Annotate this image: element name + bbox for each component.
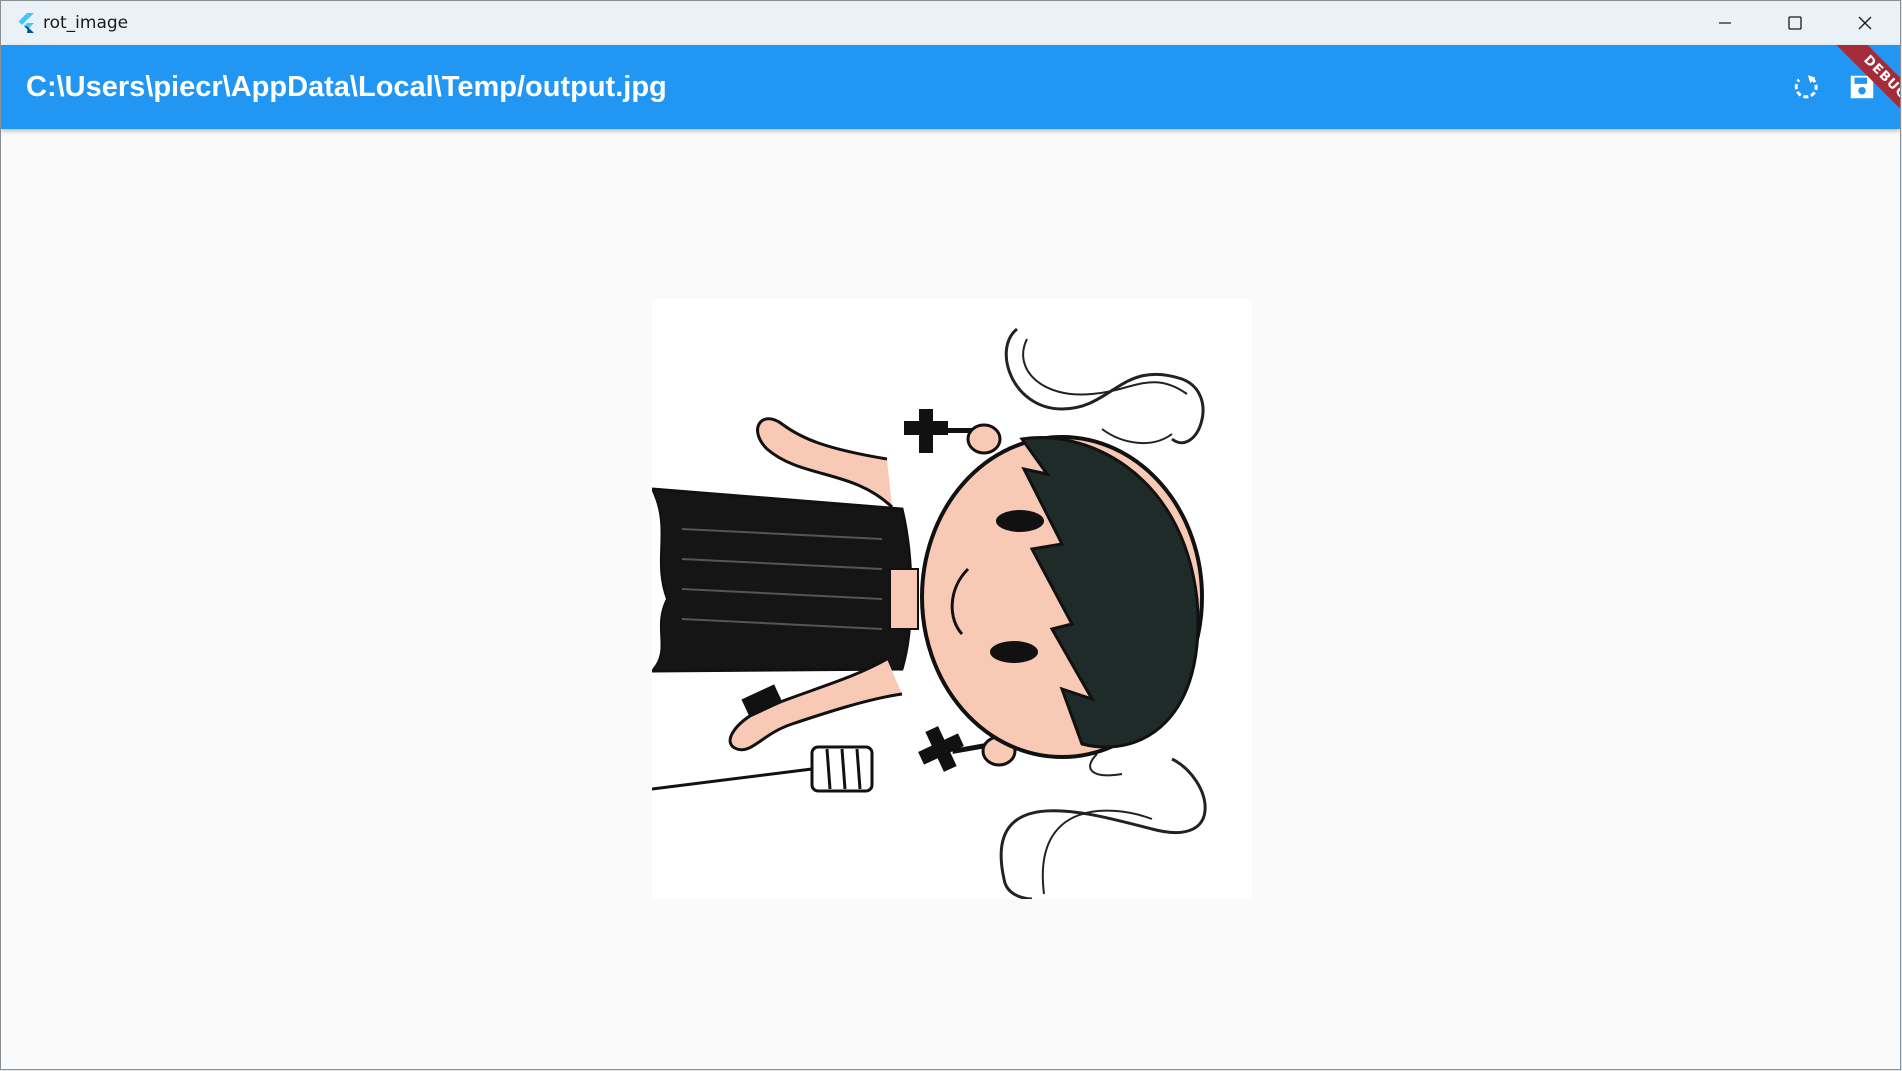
- minimize-button[interactable]: [1690, 1, 1760, 45]
- close-icon: [1858, 16, 1872, 30]
- window-title: rot_image: [43, 13, 129, 33]
- file-path-title: C:\Users\piecr\AppData\Local\Temp/output…: [26, 70, 667, 103]
- app-bar: C:\Users\piecr\AppData\Local\Temp/output…: [1, 45, 1900, 129]
- window-titlebar[interactable]: rot_image: [1, 1, 1900, 45]
- image-viewer-area: [1, 129, 1900, 1069]
- close-button[interactable]: [1830, 1, 1900, 45]
- flutter-logo-icon: [18, 13, 34, 33]
- save-icon: [1850, 75, 1874, 99]
- rotate-icon: [1794, 75, 1818, 99]
- window-controls: [1690, 1, 1900, 45]
- app-window: rot_image C:\Users\piecr\AppData\Local\T…: [0, 0, 1901, 1070]
- app-bar-actions: [1776, 45, 1888, 129]
- rotated-image: [651, 299, 1252, 901]
- minimize-icon: [1719, 22, 1731, 24]
- maximize-button[interactable]: [1760, 1, 1830, 45]
- maximize-icon: [1788, 16, 1802, 30]
- save-button[interactable]: [1836, 61, 1888, 113]
- rotate-button[interactable]: [1780, 61, 1832, 113]
- rotated-drawing: [651, 299, 1252, 901]
